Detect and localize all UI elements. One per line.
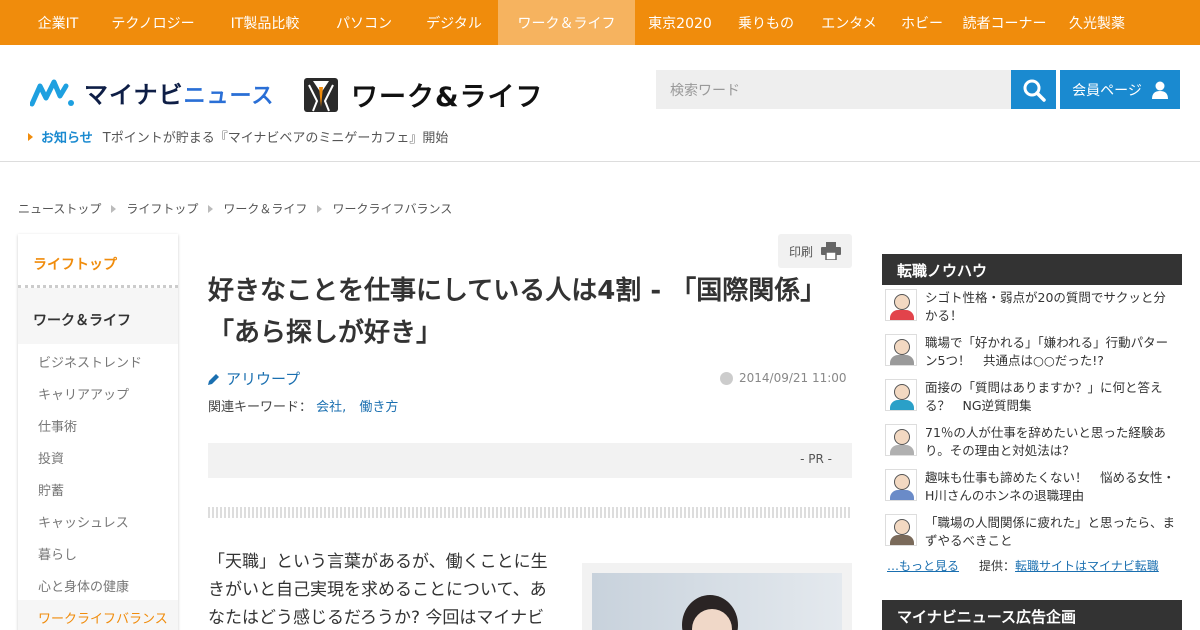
tenshoku-item-text: 71％の人が仕事を辞めたいと思った経験あり。その理由と対処法は？ xyxy=(925,425,1166,458)
sidebar-subitem[interactable]: 暮らし xyxy=(18,536,178,568)
tenshoku-thumbnail xyxy=(885,424,917,456)
tenshoku-item-text: 趣味も仕事も諦めたくない！ 悩める女性・H川さんのホンネの退職理由 xyxy=(925,470,1176,503)
user-icon xyxy=(1151,81,1168,99)
pr-label: - PR - xyxy=(800,452,832,466)
sidebar-subitem[interactable]: 貯蓄 xyxy=(18,472,178,504)
tenshoku-footer: …もっと見る 提供：転職サイトはマイナビ転職 xyxy=(887,557,1159,574)
provider-label: 提供： xyxy=(979,559,1016,573)
sidebar-subitem[interactable]: 投資 xyxy=(18,440,178,472)
keywords-label: 関連キーワード： xyxy=(208,400,313,415)
stripe-divider xyxy=(208,507,852,518)
search-button[interactable] xyxy=(1011,70,1056,109)
breadcrumb-item[interactable]: ワークライフバランス xyxy=(332,200,452,217)
keyword-separator: , xyxy=(342,400,360,415)
tenshoku-thumbnail xyxy=(885,334,917,366)
nav-item[interactable]: パソコン xyxy=(318,0,410,45)
nav-item[interactable]: 久光製薬 xyxy=(1056,0,1138,45)
sidebar-subitem[interactable]: ワークライフバランス xyxy=(18,600,178,630)
section-logo[interactable]: ワーク&ライフ xyxy=(303,75,544,114)
tenshoku-thumbnail xyxy=(885,289,917,321)
breadcrumb-item[interactable]: ライフトップ xyxy=(126,200,198,217)
tenshoku-item-text: 面接の「質問はありますか？」に何と答える？ NG逆質問集 xyxy=(925,380,1163,413)
tenshoku-item[interactable]: 「職場の人間関係に疲れた」と思ったら、まずやるべきこと xyxy=(882,510,1182,555)
sidebar-subitem[interactable]: 仕事術 xyxy=(18,408,178,440)
keyword-link[interactable]: 会社 xyxy=(316,400,342,415)
nav-item[interactable]: ホビー xyxy=(891,0,953,45)
related-keywords: 関連キーワード： 会社, 働き方 xyxy=(208,396,398,415)
pr-box: - PR - xyxy=(208,443,852,478)
article-title: 好きなことを仕事にしている人は4割 - 「国際関係」「あら探しが好き」 xyxy=(208,276,827,348)
article-photo[interactable] xyxy=(582,563,852,630)
breadcrumb-item[interactable]: ニューストップ xyxy=(18,200,101,217)
nav-item[interactable]: テクノロジー xyxy=(94,0,212,45)
tenshoku-item[interactable]: 職場で「好かれる」「嫌われる」行動パターン5つ！ 共通点は○○だった!? xyxy=(882,330,1182,375)
tenshoku-item[interactable]: 趣味も仕事も諦めたくない！ 悩める女性・H川さんのホンネの退職理由 xyxy=(882,465,1182,510)
logo-text: マイナビニュース xyxy=(84,81,275,109)
keyword-link[interactable]: 働き方 xyxy=(359,400,398,415)
tenshoku-item[interactable]: 面接の「質問はありますか？」に何と答える？ NG逆質問集 xyxy=(882,375,1182,420)
breadcrumb-item[interactable]: ワーク＆ライフ xyxy=(223,200,307,217)
mynavi-logo-icon xyxy=(30,79,74,106)
suit-icon xyxy=(304,77,338,112)
top-nav: 企業IT テクノロジー IT製品比較 パソコン デジタル ワーク＆ライフ 東京2020 乗りも… xyxy=(0,0,1200,45)
print-button[interactable]: 印刷 xyxy=(778,234,852,268)
sidebar-subitem[interactable]: ビジネストレンド xyxy=(18,344,178,376)
tenshoku-list: シゴト性格・弱点が20の質問でサクッと分かる！ 職場で「好かれる」「嫌われる」行動… xyxy=(882,285,1182,555)
nav-item[interactable]: 東京2020 xyxy=(635,0,725,45)
tenshoku-item[interactable]: 71％の人が仕事を辞めたいと思った経験あり。その理由と対処法は？ xyxy=(882,420,1182,465)
nav-item[interactable]: 読者コーナー xyxy=(953,0,1056,45)
tenshoku-thumbnail xyxy=(885,514,917,546)
breadcrumb-separator-icon xyxy=(208,204,214,213)
nav-item[interactable]: デジタル xyxy=(410,0,498,45)
nav-item[interactable]: 乗りもの xyxy=(725,0,807,45)
author-link[interactable]: アリウープ xyxy=(226,368,300,389)
tenshoku-item-text: 職場で「好かれる」「嫌われる」行動パターン5つ！ 共通点は○○だった!? xyxy=(925,335,1169,368)
more-link[interactable]: …もっと見る xyxy=(887,557,959,574)
sidebar-top-link[interactable]: ライフトップ xyxy=(18,234,178,288)
date-text: 2014/09/21 11:00 xyxy=(739,371,847,385)
provider-link[interactable]: 転職サイトはマイナビ転職 xyxy=(1015,559,1159,573)
notice-label: お知らせ xyxy=(41,131,93,146)
site-header: マイナビニュース ワーク&ライフ 検索ワード 会員ページ お知らせ Tポイントが… xyxy=(0,45,1200,162)
tenshoku-item-text: 「職場の人間関係に疲れた」と思ったら、まずやるべきこと xyxy=(925,515,1176,548)
sidebar-subitem[interactable]: 心と身体の健康 xyxy=(18,568,178,600)
nav-item[interactable]: IT製品比較 xyxy=(212,0,318,45)
breadcrumb: ニューストップ ライフトップ ワーク＆ライフ ワークライフバランス xyxy=(18,200,452,217)
ad-widget-title: マイナビニュース広告企画 xyxy=(882,600,1182,630)
sidebar-subitem[interactable]: キャリアアップ xyxy=(18,376,178,408)
nav-item[interactable]: 企業IT xyxy=(22,0,94,45)
print-label: 印刷 xyxy=(788,244,813,259)
breadcrumb-separator-icon xyxy=(317,204,323,213)
search-input[interactable]: 検索ワード xyxy=(656,70,1011,109)
mynavi-news-logo[interactable]: マイナビニュース xyxy=(30,75,274,110)
tenshoku-widget-title: 転職ノウハウ xyxy=(882,254,1182,285)
search-icon xyxy=(1023,79,1046,102)
left-sidebar: ライフトップ ワーク＆ライフ ビジネストレンド キャリアアップ 仕事術 投資 貯蓄 キャッ… xyxy=(18,234,178,630)
pencil-icon xyxy=(208,373,219,385)
breadcrumb-separator-icon xyxy=(111,204,117,213)
notice-arrow-icon xyxy=(28,132,33,141)
tenshoku-item-text: シゴト性格・弱点が20の質問でサクッと分かる！ xyxy=(925,290,1166,323)
author: アリウープ xyxy=(208,368,300,389)
tenshoku-item[interactable]: シゴト性格・弱点が20の質問でサクッと分かる！ xyxy=(882,285,1182,330)
notice-bar: お知らせ Tポイントが貯まる『マイナビベアのミニゲーカフェ』開始 xyxy=(28,127,448,146)
clock-icon xyxy=(720,371,733,385)
publish-date: 2014/09/21 11:00 xyxy=(720,371,847,385)
member-label: 会員ページ xyxy=(1072,82,1142,99)
sidebar-category[interactable]: ワーク＆ライフ xyxy=(18,288,178,344)
section-title: ワーク&ライフ xyxy=(351,82,544,113)
tenshoku-thumbnail xyxy=(885,469,917,501)
nav-item[interactable]: エンタメ xyxy=(807,0,891,45)
photo-image xyxy=(592,573,842,630)
nav-item[interactable]: ワーク＆ライフ xyxy=(498,0,635,45)
notice-link[interactable]: Tポイントが貯まる『マイナビベアのミニゲーカフェ』開始 xyxy=(103,127,449,146)
article-body: 「天職」という言葉があるが、働くことに生きがいと自己実現を求めることについて、あ… xyxy=(208,552,548,628)
printer-icon xyxy=(821,242,841,260)
sidebar-subitem[interactable]: キャッシュレス xyxy=(18,504,178,536)
member-page-button[interactable]: 会員ページ xyxy=(1060,70,1180,109)
tenshoku-thumbnail xyxy=(885,379,917,411)
